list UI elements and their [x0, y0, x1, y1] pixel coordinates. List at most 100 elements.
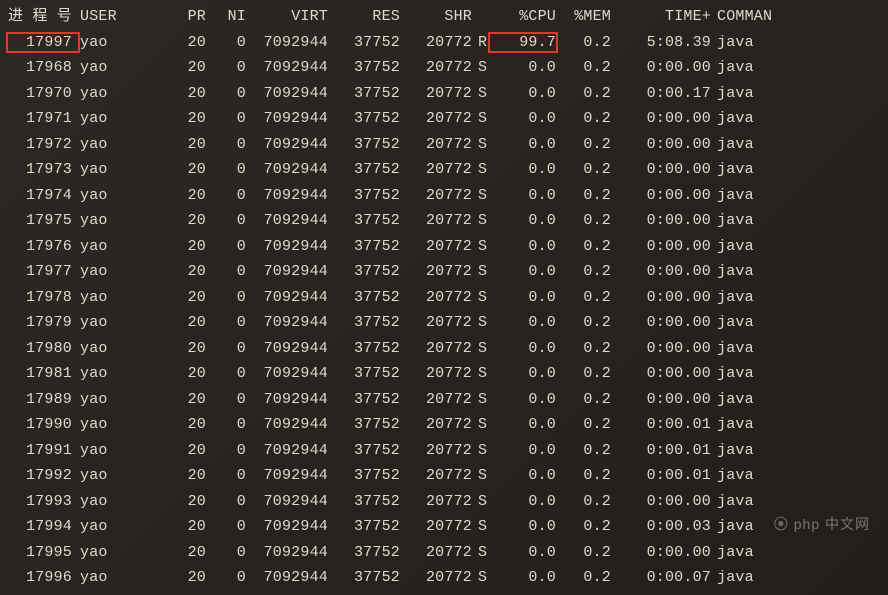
cell-shr: 20772	[400, 336, 472, 362]
cell-pid: 17972	[8, 132, 78, 158]
cell-shr: 20772	[400, 30, 472, 56]
cell-time: 0:00.00	[611, 361, 711, 387]
cell-mem: 0.2	[556, 489, 611, 515]
cell-virt: 7092944	[246, 132, 328, 158]
cell-pr: 20	[128, 234, 206, 260]
cell-pr: 20	[128, 310, 206, 336]
cell-pr: 20	[128, 81, 206, 107]
cell-ni: 0	[206, 183, 246, 209]
cell-virt: 7092944	[246, 310, 328, 336]
cell-ni: 0	[206, 387, 246, 413]
cell-ni: 0	[206, 259, 246, 285]
cell-ni: 0	[206, 540, 246, 566]
cell-pid: 17968	[8, 55, 78, 81]
cell-ni: 0	[206, 208, 246, 234]
cell-mem: 0.2	[556, 336, 611, 362]
cell-mem: 0.2	[556, 463, 611, 489]
cell-res: 37752	[328, 285, 400, 311]
cell-user: yao	[78, 514, 128, 540]
cell-cpu: 0.0	[490, 132, 556, 158]
cell-time: 0:00.00	[611, 208, 711, 234]
cell-virt: 7092944	[246, 285, 328, 311]
cell-ni: 0	[206, 55, 246, 81]
cell-pid: 17978	[8, 285, 78, 311]
cell-ni: 0	[206, 234, 246, 260]
watermark: ⦿ php 中文网	[774, 514, 870, 534]
cell-st: S	[472, 208, 490, 234]
cell-ni: 0	[206, 489, 246, 515]
cell-cpu: 0.0	[490, 387, 556, 413]
col-header-virt: VIRT	[246, 4, 328, 30]
cell-cpu: 0.0	[490, 489, 556, 515]
cell-pr: 20	[128, 514, 206, 540]
cell-time: 0:00.00	[611, 310, 711, 336]
cell-user: yao	[78, 55, 128, 81]
process-table: 进 程 号USERPRNIVIRTRESSHR%CPU%MEMTIME+COMM…	[8, 4, 880, 591]
cell-st: S	[472, 132, 490, 158]
cell-virt: 7092944	[246, 208, 328, 234]
cell-cpu: 0.0	[490, 514, 556, 540]
cell-virt: 7092944	[246, 412, 328, 438]
cell-shr: 20772	[400, 438, 472, 464]
cell-cmd: java	[711, 234, 781, 260]
cell-st: S	[472, 463, 490, 489]
cell-cmd: java	[711, 81, 781, 107]
table-row: 17981yao20070929443775220772S0.00.20:00.…	[8, 361, 880, 387]
cell-ni: 0	[206, 438, 246, 464]
cell-user: yao	[78, 132, 128, 158]
cell-pr: 20	[128, 157, 206, 183]
cell-time: 0:00.00	[611, 55, 711, 81]
cell-mem: 0.2	[556, 412, 611, 438]
cell-mem: 0.2	[556, 387, 611, 413]
cell-res: 37752	[328, 514, 400, 540]
cell-cpu: 0.0	[490, 565, 556, 591]
cell-shr: 20772	[400, 387, 472, 413]
cell-ni: 0	[206, 336, 246, 362]
cell-cpu: 0.0	[490, 157, 556, 183]
table-row: 17994yao20070929443775220772S0.00.20:00.…	[8, 514, 880, 540]
cell-st: S	[472, 361, 490, 387]
cell-pr: 20	[128, 412, 206, 438]
cell-virt: 7092944	[246, 361, 328, 387]
table-row: 17996yao20070929443775220772S0.00.20:00.…	[8, 565, 880, 591]
cell-pr: 20	[128, 259, 206, 285]
cell-res: 37752	[328, 412, 400, 438]
cell-cmd: java	[711, 157, 781, 183]
cell-user: yao	[78, 30, 128, 56]
cell-shr: 20772	[400, 540, 472, 566]
cell-time: 0:00.00	[611, 336, 711, 362]
table-row: 17991yao20070929443775220772S0.00.20:00.…	[8, 438, 880, 464]
cell-user: yao	[78, 361, 128, 387]
cell-mem: 0.2	[556, 285, 611, 311]
cell-cpu: 0.0	[490, 540, 556, 566]
cell-cpu: 99.7	[490, 30, 556, 56]
cell-pid: 17991	[8, 438, 78, 464]
cell-cmd: java	[711, 336, 781, 362]
col-header-res: RES	[328, 4, 400, 30]
cell-pr: 20	[128, 540, 206, 566]
cell-mem: 0.2	[556, 157, 611, 183]
cell-mem: 0.2	[556, 514, 611, 540]
cell-pid: 17974	[8, 183, 78, 209]
cell-user: yao	[78, 81, 128, 107]
cell-res: 37752	[328, 540, 400, 566]
table-row: 17975yao20070929443775220772S0.00.20:00.…	[8, 208, 880, 234]
cell-ni: 0	[206, 157, 246, 183]
col-header-ni: NI	[206, 4, 246, 30]
cell-user: yao	[78, 234, 128, 260]
cell-pr: 20	[128, 438, 206, 464]
cell-cmd: java	[711, 285, 781, 311]
cell-time: 0:00.03	[611, 514, 711, 540]
cell-pid: 17977	[8, 259, 78, 285]
cell-pid: 17976	[8, 234, 78, 260]
table-row: 17974yao20070929443775220772S0.00.20:00.…	[8, 183, 880, 209]
cell-ni: 0	[206, 81, 246, 107]
cell-virt: 7092944	[246, 55, 328, 81]
cell-virt: 7092944	[246, 157, 328, 183]
cell-ni: 0	[206, 412, 246, 438]
cell-ni: 0	[206, 132, 246, 158]
cell-cpu: 0.0	[490, 208, 556, 234]
cell-time: 0:00.17	[611, 81, 711, 107]
cell-res: 37752	[328, 336, 400, 362]
watermark-logo: ⦿	[774, 516, 789, 532]
